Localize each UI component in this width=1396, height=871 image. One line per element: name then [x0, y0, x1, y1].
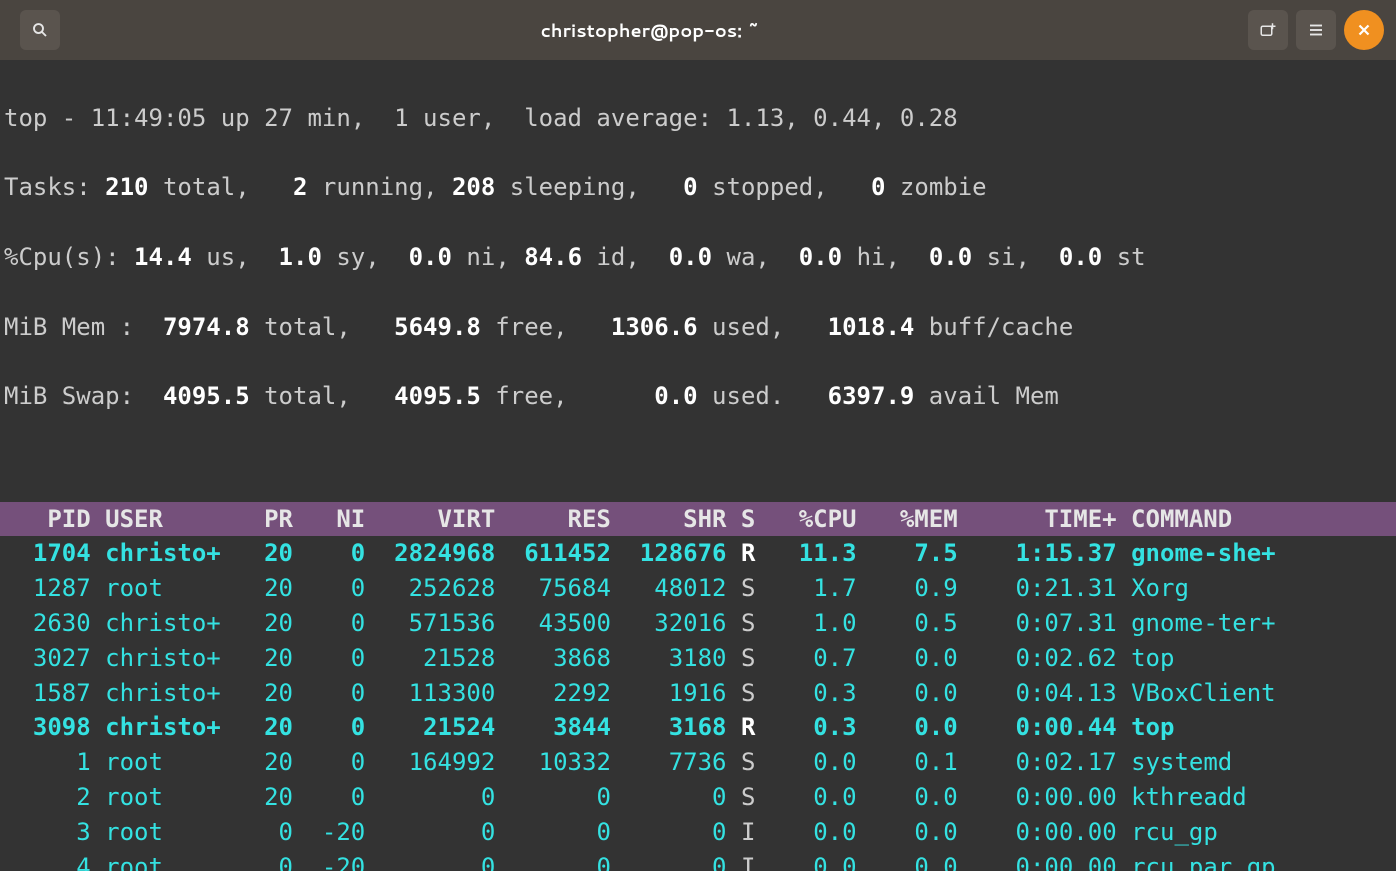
search-icon [31, 21, 49, 39]
process-table-header[interactable]: PID USER PR NI VIRT RES SHR S %CPU %MEM … [0, 502, 1396, 537]
process-row: 3027 christo+ 20 0 21528 3868 3180 S 0.7… [0, 641, 1396, 676]
close-icon [1355, 21, 1373, 39]
terminal-output[interactable]: top - 11:49:05 up 27 min, 1 user, load a… [0, 60, 1396, 502]
process-row: 2630 christo+ 20 0 571536 43500 32016 S … [0, 606, 1396, 641]
summary-line-top: top - 11:49:05 up 27 min, 1 user, load a… [4, 101, 1392, 136]
hamburger-icon [1307, 21, 1325, 39]
process-row: 4 root 0 -20 0 0 0 I 0.0 0.0 0:00.00 rcu… [0, 850, 1396, 871]
new-tab-icon [1259, 21, 1277, 39]
process-row: 1587 christo+ 20 0 113300 2292 1916 S 0.… [0, 676, 1396, 711]
close-button[interactable] [1344, 10, 1384, 50]
process-row: 3098 christo+ 20 0 21524 3844 3168 R 0.3… [0, 710, 1396, 745]
window-title: christopher@pop-os: ~ [60, 17, 1240, 43]
search-button[interactable] [20, 10, 60, 50]
process-row: 1704 christo+ 20 0 2824968 611452 128676… [0, 536, 1396, 571]
titlebar: christopher@pop-os: ~ [0, 0, 1396, 60]
new-tab-button[interactable] [1248, 10, 1288, 50]
process-row: 1 root 20 0 164992 10332 7736 S 0.0 0.1 … [0, 745, 1396, 780]
process-table-body: 1704 christo+ 20 0 2824968 611452 128676… [0, 536, 1396, 871]
process-row: 2 root 20 0 0 0 0 S 0.0 0.0 0:00.00 kthr… [0, 780, 1396, 815]
summary-line-cpu: %Cpu(s): 14.4 us, 1.0 sy, 0.0 ni, 84.6 i… [4, 240, 1392, 275]
menu-button[interactable] [1296, 10, 1336, 50]
summary-line-swap: MiB Swap: 4095.5 total, 4095.5 free, 0.0… [4, 379, 1392, 414]
summary-line-mem: MiB Mem : 7974.8 total, 5649.8 free, 130… [4, 310, 1392, 345]
process-row: 3 root 0 -20 0 0 0 I 0.0 0.0 0:00.00 rcu… [0, 815, 1396, 850]
process-row: 1287 root 20 0 252628 75684 48012 S 1.7 … [0, 571, 1396, 606]
summary-line-tasks: Tasks: 210 total, 2 running, 208 sleepin… [4, 170, 1392, 205]
